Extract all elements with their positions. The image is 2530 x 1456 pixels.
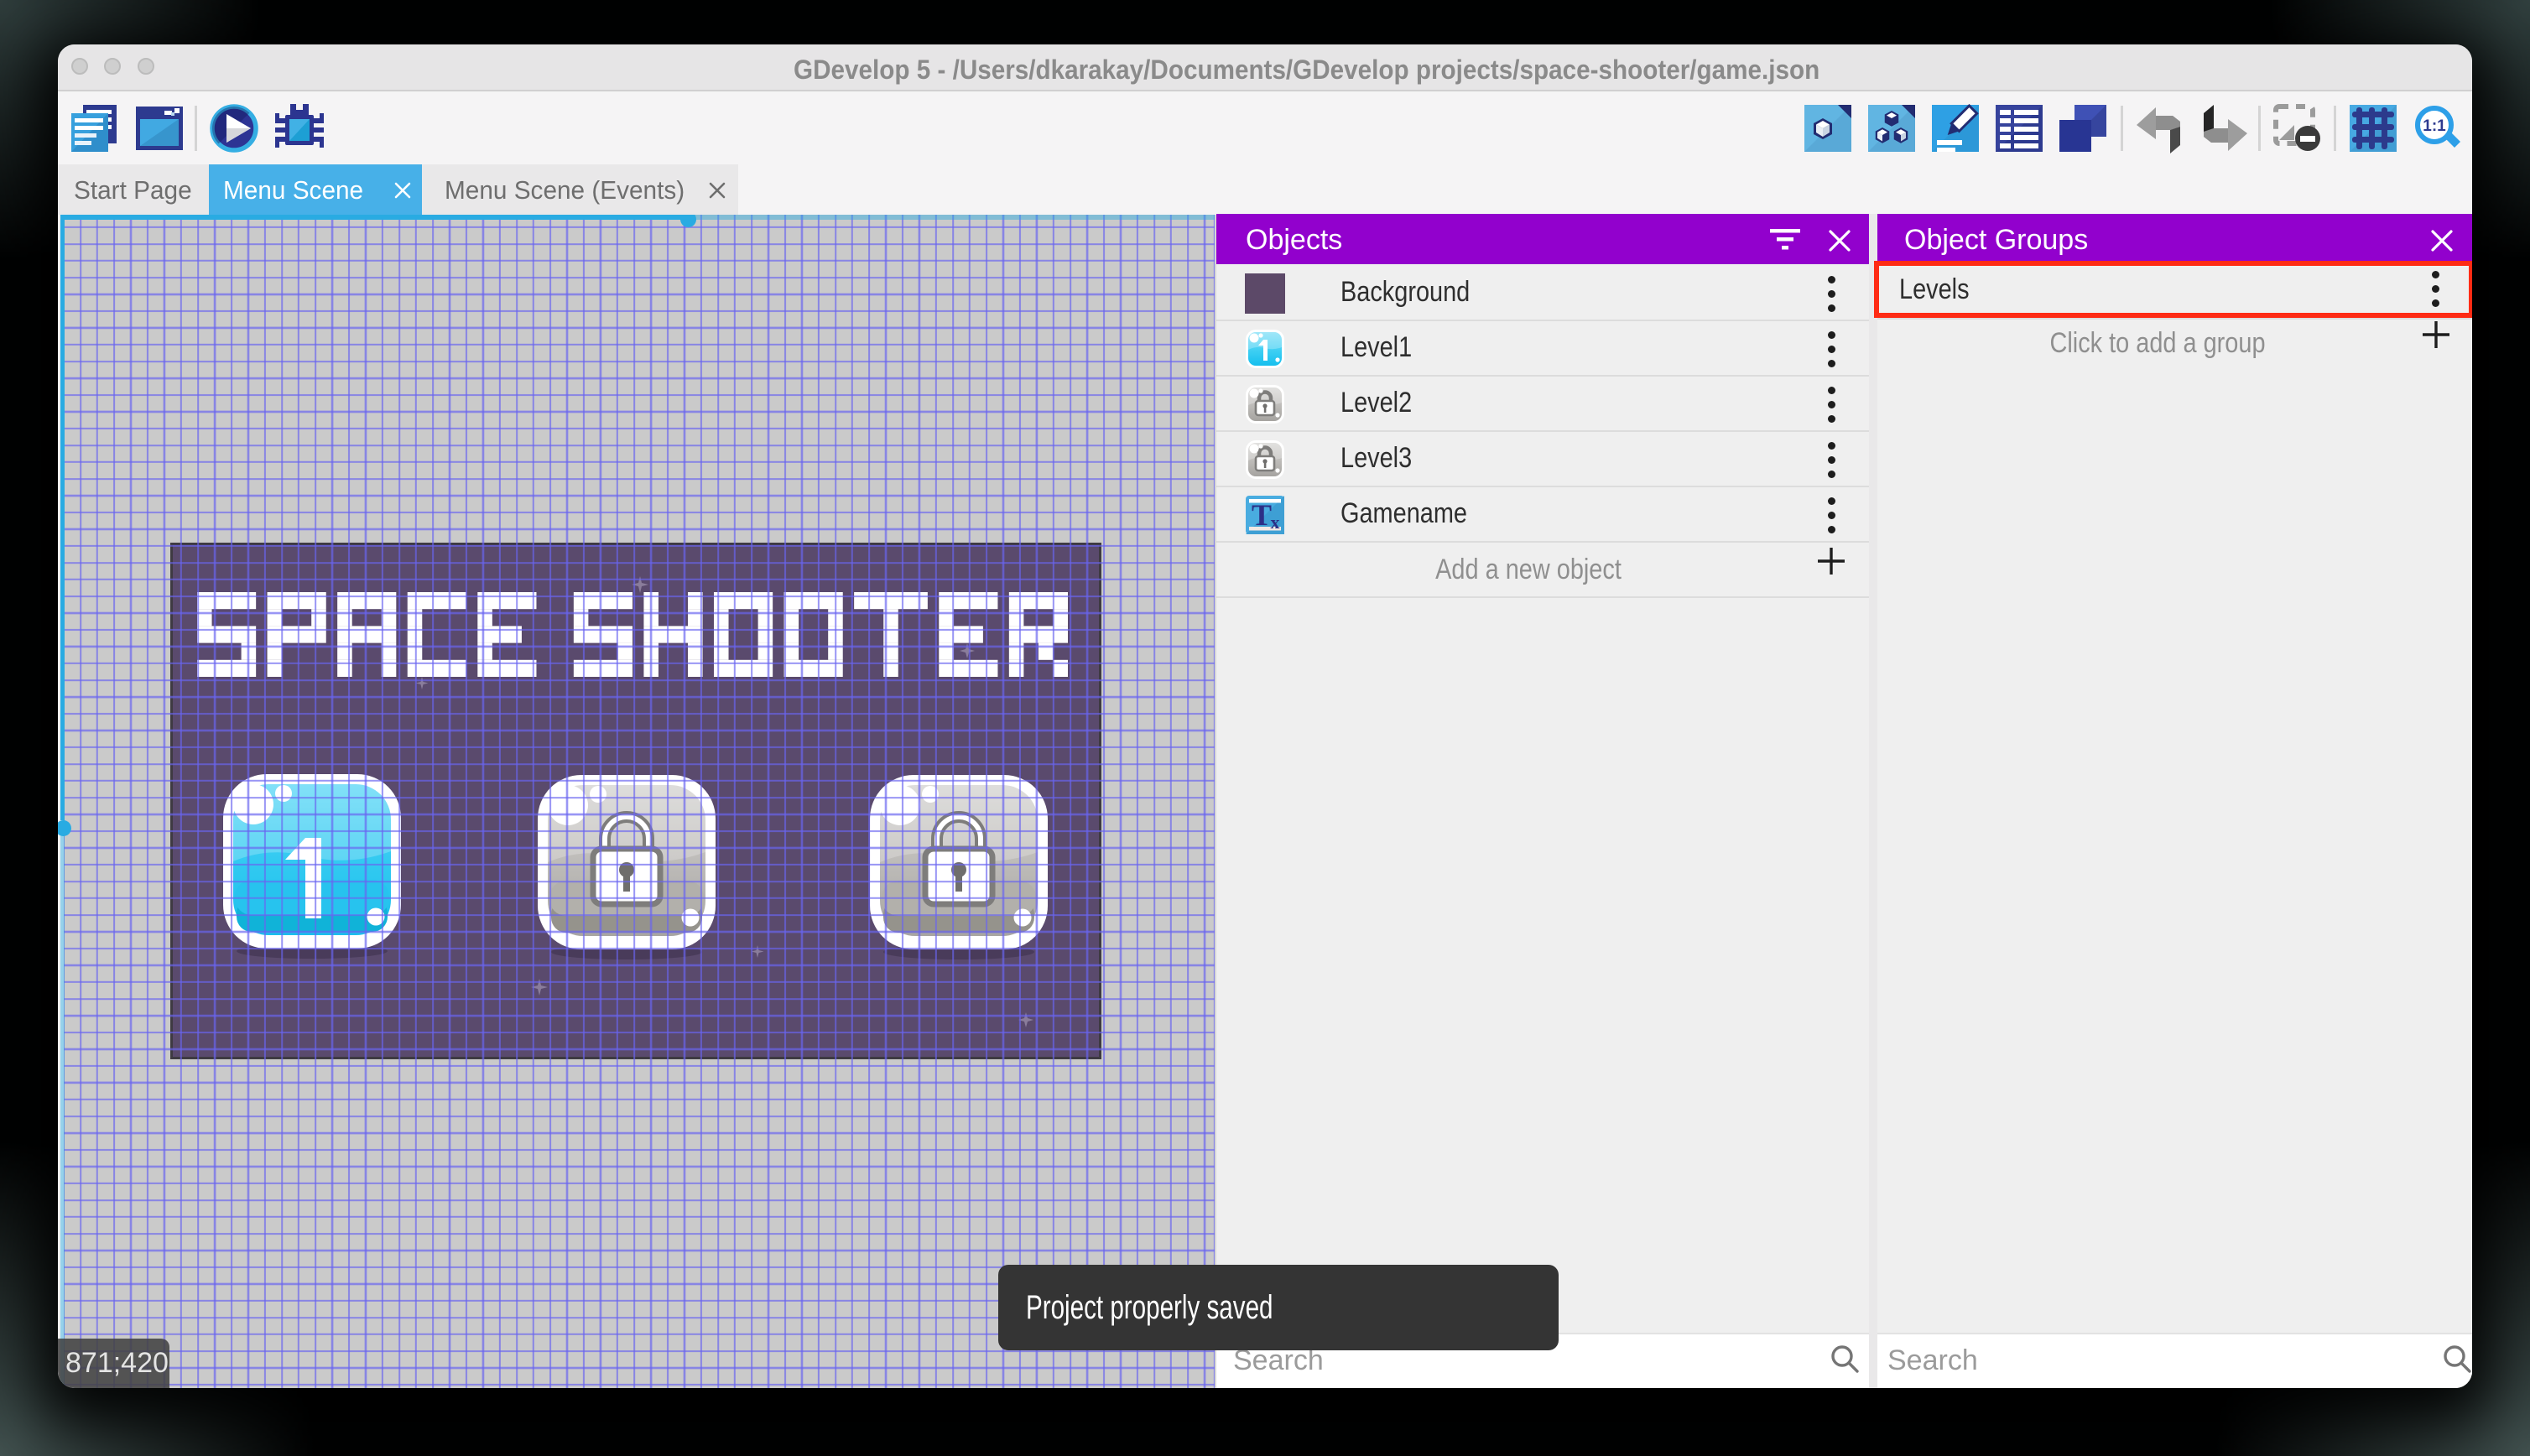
svg-text:1:1: 1:1 <box>2423 117 2446 135</box>
svg-text:T: T <box>1252 498 1272 532</box>
svg-text:x: x <box>1271 512 1280 533</box>
